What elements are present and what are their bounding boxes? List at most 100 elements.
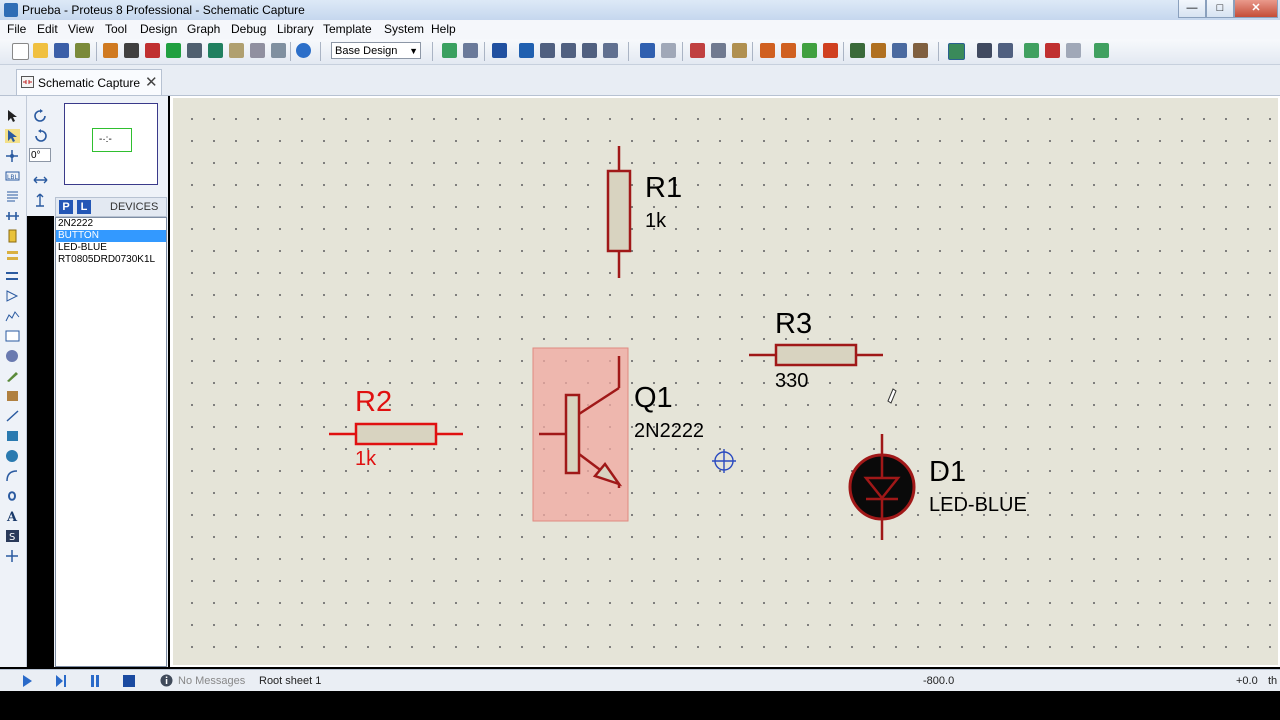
menu-view[interactable]: View bbox=[68, 22, 94, 36]
pause-simulation-icon[interactable] bbox=[88, 674, 102, 688]
mirror-horizontal-icon[interactable] bbox=[33, 173, 48, 187]
current-probe-icon[interactable] bbox=[5, 369, 20, 383]
electrical-rule-check-icon[interactable] bbox=[1094, 43, 1109, 58]
r1-value[interactable]: 1k bbox=[645, 210, 666, 233]
pan-icon[interactable] bbox=[519, 43, 534, 58]
copy-icon[interactable] bbox=[711, 43, 726, 58]
block-copy-icon[interactable] bbox=[760, 43, 775, 58]
text-tool-icon[interactable]: A bbox=[5, 509, 20, 523]
marker-tool-icon[interactable] bbox=[5, 549, 20, 563]
menu-edit[interactable]: Edit bbox=[37, 22, 58, 36]
gerber-icon[interactable] bbox=[187, 43, 202, 58]
design-variant-select[interactable]: Base Design ▼ bbox=[331, 42, 421, 59]
make-device-icon[interactable] bbox=[871, 43, 886, 58]
zoom-all-icon[interactable] bbox=[582, 43, 597, 58]
schematic-canvas[interactable]: R1 1k R3 330 R2 1k Q1 2N2222 D1 LED-BLUE bbox=[173, 98, 1278, 665]
redo-icon[interactable] bbox=[661, 43, 676, 58]
open-file-icon[interactable] bbox=[33, 43, 48, 58]
rotate-clockwise-icon[interactable] bbox=[33, 109, 48, 123]
resistor-r2[interactable] bbox=[329, 422, 463, 446]
search-tag-icon[interactable] bbox=[977, 43, 992, 58]
path-tool-icon[interactable] bbox=[5, 489, 20, 503]
led-d1[interactable] bbox=[848, 434, 916, 540]
refresh-icon[interactable] bbox=[442, 43, 457, 58]
packaging-tool-icon[interactable] bbox=[892, 43, 907, 58]
block-move-icon[interactable] bbox=[781, 43, 796, 58]
circle-tool-icon[interactable] bbox=[5, 449, 20, 463]
r2-value[interactable]: 1k bbox=[355, 448, 376, 471]
exit-to-parent-icon[interactable] bbox=[1066, 43, 1081, 58]
undo-icon[interactable] bbox=[640, 43, 655, 58]
device-pins-icon[interactable] bbox=[5, 269, 20, 283]
generator-icon[interactable] bbox=[5, 329, 20, 343]
mirror-vertical-icon[interactable] bbox=[33, 193, 48, 207]
step-simulation-icon[interactable] bbox=[54, 674, 68, 688]
junction-dot-icon[interactable] bbox=[5, 149, 20, 163]
box-tool-icon[interactable] bbox=[5, 429, 20, 443]
remove-sheet-icon[interactable] bbox=[1045, 43, 1060, 58]
new-sheet-icon[interactable] bbox=[1024, 43, 1039, 58]
r3-reference[interactable]: R3 bbox=[775, 308, 812, 341]
help-icon[interactable] bbox=[296, 43, 311, 58]
device-item-rt0805[interactable]: RT0805DRD0730K1L bbox=[56, 254, 166, 266]
design-explorer-icon[interactable] bbox=[208, 43, 223, 58]
notes-icon[interactable] bbox=[250, 43, 265, 58]
stop-simulation-icon[interactable] bbox=[122, 674, 136, 688]
pick-devices-button[interactable]: P bbox=[59, 200, 73, 214]
menu-debug[interactable]: Debug bbox=[231, 22, 266, 36]
minimize-button[interactable]: — bbox=[1178, 0, 1206, 18]
block-delete-icon[interactable] bbox=[823, 43, 838, 58]
voltage-probe-icon[interactable] bbox=[5, 349, 20, 363]
new-file-icon[interactable] bbox=[12, 43, 29, 60]
symbol-tool-icon[interactable]: S bbox=[5, 529, 20, 543]
menu-template[interactable]: Template bbox=[323, 22, 372, 36]
zoom-in-icon[interactable] bbox=[540, 43, 555, 58]
line-tool-icon[interactable] bbox=[5, 409, 20, 423]
home-icon[interactable] bbox=[103, 43, 118, 58]
decompose-icon[interactable] bbox=[913, 43, 928, 58]
graph-mode-icon[interactable] bbox=[5, 289, 20, 303]
subcircuit-icon[interactable] bbox=[5, 229, 20, 243]
wire-autorouter-icon[interactable] bbox=[948, 43, 965, 60]
tape-recorder-icon[interactable] bbox=[5, 309, 20, 323]
block-rotate-icon[interactable] bbox=[802, 43, 817, 58]
schematic-icon[interactable] bbox=[124, 43, 139, 58]
overview-window[interactable]: -·:- bbox=[64, 103, 158, 185]
pcb-layout-icon[interactable] bbox=[145, 43, 160, 58]
terminals-icon[interactable] bbox=[5, 249, 20, 263]
property-assignment-icon[interactable] bbox=[998, 43, 1013, 58]
wire-label-icon[interactable]: LBL bbox=[5, 169, 20, 183]
d1-reference[interactable]: D1 bbox=[929, 456, 966, 489]
d1-value[interactable]: LED-BLUE bbox=[929, 494, 1027, 517]
resistor-r1[interactable] bbox=[606, 146, 632, 278]
r1-reference[interactable]: R1 bbox=[645, 172, 682, 205]
menu-help[interactable]: Help bbox=[431, 22, 456, 36]
zoom-out-icon[interactable] bbox=[561, 43, 576, 58]
buses-icon[interactable] bbox=[5, 209, 20, 223]
q1-reference[interactable]: Q1 bbox=[634, 382, 673, 415]
device-item-led-blue[interactable]: LED-BLUE bbox=[56, 242, 166, 254]
3d-viewer-icon[interactable] bbox=[166, 43, 181, 58]
tab-schematic-capture[interactable]: Schematic Capture ✕ bbox=[16, 69, 162, 95]
selection-mode-icon[interactable] bbox=[5, 109, 20, 123]
menu-system[interactable]: System bbox=[384, 22, 424, 36]
import-icon[interactable] bbox=[75, 43, 90, 58]
component-mode-icon[interactable] bbox=[5, 129, 20, 143]
library-manager-button[interactable]: L bbox=[77, 200, 91, 214]
menu-library[interactable]: Library bbox=[277, 22, 314, 36]
pick-device-icon[interactable] bbox=[850, 43, 865, 58]
arc-tool-icon[interactable] bbox=[5, 469, 20, 483]
resistor-r3[interactable] bbox=[749, 343, 883, 367]
origin-icon[interactable] bbox=[492, 43, 507, 58]
rotation-angle-input[interactable]: 0° bbox=[29, 148, 51, 162]
text-script-icon[interactable] bbox=[5, 189, 20, 203]
grid-toggle-icon[interactable] bbox=[463, 43, 478, 58]
paste-icon[interactable] bbox=[732, 43, 747, 58]
overview-viewport[interactable] bbox=[92, 128, 132, 152]
save-icon[interactable] bbox=[54, 43, 69, 58]
menu-design[interactable]: Design bbox=[140, 22, 177, 36]
virtual-instruments-icon[interactable] bbox=[5, 389, 20, 403]
close-window-button[interactable]: ✕ bbox=[1234, 0, 1278, 18]
menu-graph[interactable]: Graph bbox=[187, 22, 220, 36]
maximize-button[interactable]: □ bbox=[1206, 0, 1234, 18]
